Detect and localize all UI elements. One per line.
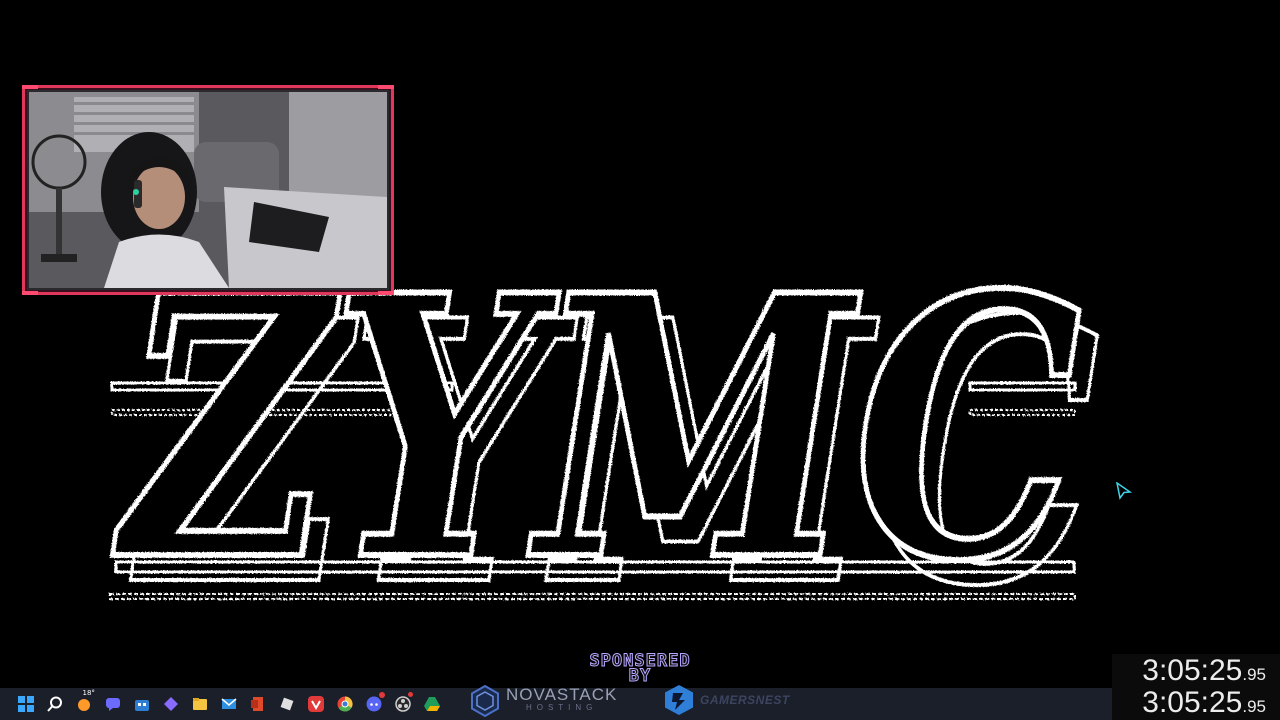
timer-secondary-centiseconds: .95 [1242,697,1266,716]
file-explorer-icon[interactable] [190,694,210,714]
discord-icon[interactable] [364,692,385,714]
speedrun-timer: 3:05:25.95 3:05:25.95 [1112,654,1280,720]
webcam-corner-accent [378,291,394,295]
sponsor-by: BY [628,666,652,686]
office-icon[interactable] [248,694,268,714]
vivaldi-icon[interactable] [306,694,326,714]
app-icon[interactable] [161,694,181,714]
mouse-cursor-icon [1116,482,1132,500]
search-icon[interactable] [45,694,65,714]
webcam-corner-accent [22,85,38,89]
webcam-corner-accent [22,291,38,295]
timer-primary-centiseconds: .95 [1242,665,1266,684]
sponsor-banner: SPONSERED BY [540,652,740,686]
timer-primary: 3:05:25.95 [1142,654,1266,688]
chat-icon[interactable] [103,694,123,714]
start-icon[interactable] [16,694,36,714]
sponsor-gamersnest: GAMERSNEST [664,683,790,717]
webcam-overlay [22,85,394,295]
novastack-logo-icon [471,684,499,718]
taskbar: 18° [0,688,1280,720]
obs-icon[interactable] [393,692,413,714]
timer-secondary-main: 3:05:25 [1142,686,1243,719]
timer-primary-main: 3:05:25 [1142,654,1243,687]
weather-temp: 18° [82,689,95,697]
gamersnest-logo-icon [665,685,693,715]
novastack-name: NOVASTACK [506,685,618,704]
app-white-icon[interactable] [277,694,297,714]
desktop-background: ZYMC ZYMC SPONSERED BY [0,0,1280,688]
mail-icon[interactable] [219,694,239,714]
webcam-feed [29,92,387,288]
weather-icon[interactable]: 18° [74,689,95,714]
gamersnest-name: GAMERSNEST [700,693,790,707]
webcam-corner-accent [378,85,394,89]
store-icon[interactable] [132,694,152,714]
sponsor-novastack: NOVASTACK HOSTING [468,683,617,719]
drive-icon[interactable] [422,694,442,714]
timer-secondary: 3:05:25.95 [1142,686,1266,720]
chrome-icon[interactable] [335,694,355,714]
